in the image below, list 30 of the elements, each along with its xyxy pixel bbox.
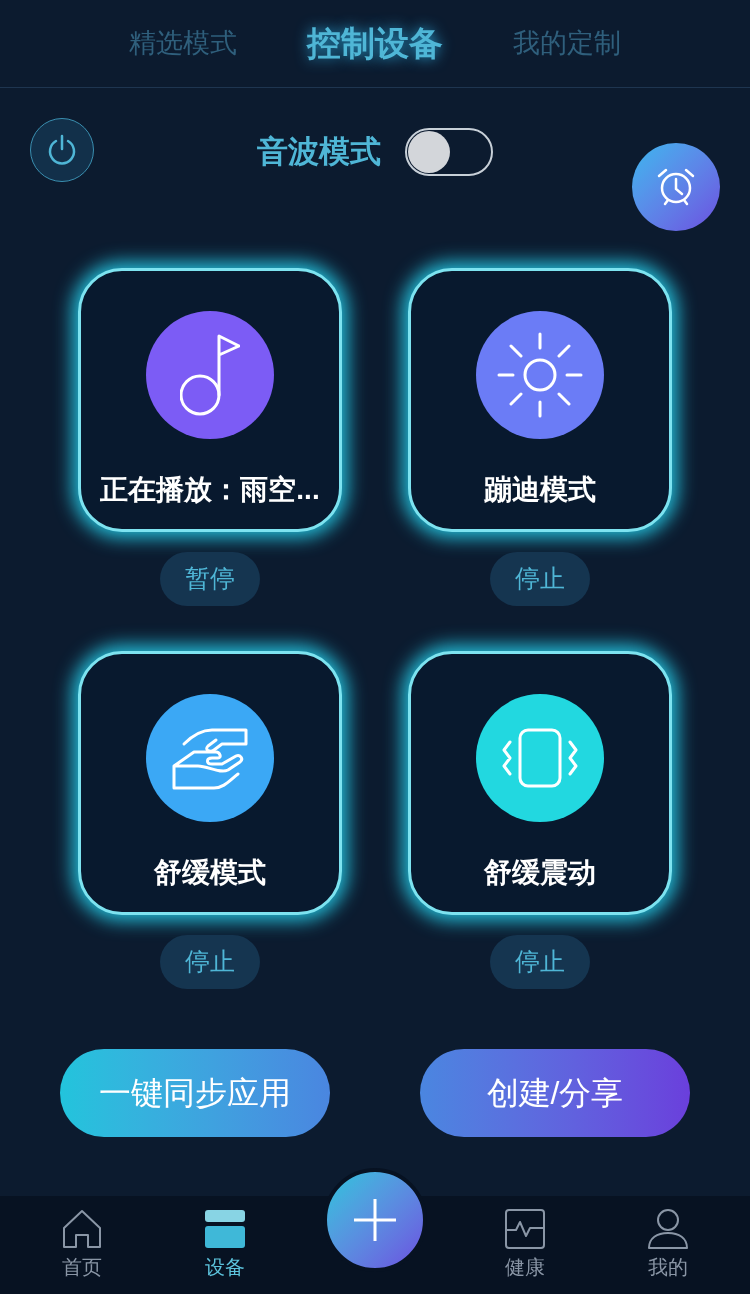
mode-card[interactable]: 正在播放：雨空... — [78, 268, 342, 532]
mode-title: 蹦迪模式 — [484, 473, 596, 507]
nav-tab[interactable]: 我的 — [623, 1208, 714, 1282]
mode-title: 舒缓震动 — [484, 856, 596, 890]
plus-icon — [351, 1197, 398, 1243]
home-icon — [60, 1208, 103, 1250]
mode-card[interactable]: 舒缓模式 — [78, 651, 342, 915]
alarm-clock-icon — [655, 166, 697, 208]
mode-stop-button[interactable]: 暂停 — [160, 552, 260, 606]
mode-stop-button[interactable]: 停止 — [490, 935, 590, 989]
phone-vibrate-icon — [500, 728, 580, 788]
nav-tab[interactable]: 首页 — [36, 1208, 127, 1282]
create-share-button[interactable]: 创建/分享 — [420, 1049, 690, 1137]
power-icon — [46, 134, 78, 166]
pulse-chart-icon — [504, 1208, 547, 1250]
mode-card[interactable]: 舒缓震动 — [408, 651, 672, 915]
mode-stop-button[interactable]: 停止 — [490, 552, 590, 606]
person-icon — [647, 1208, 690, 1250]
mode-card[interactable]: 蹦迪模式 — [408, 268, 672, 532]
stacked-bars-icon — [203, 1208, 246, 1250]
mode-title: 正在播放：雨空... — [100, 473, 320, 507]
sound-mode-toggle[interactable] — [405, 128, 493, 176]
mode-title: 舒缓模式 — [154, 856, 266, 890]
sun-icon — [497, 332, 583, 418]
mode-stop-button[interactable]: 停止 — [160, 935, 260, 989]
tab[interactable]: 控制设备 — [307, 18, 443, 69]
nav-tab[interactable]: 健康 — [480, 1208, 571, 1282]
sound-mode-label: 音波模式 — [257, 133, 381, 171]
music-note-icon — [180, 333, 240, 417]
nav-tab[interactable]: 设备 — [179, 1208, 270, 1282]
